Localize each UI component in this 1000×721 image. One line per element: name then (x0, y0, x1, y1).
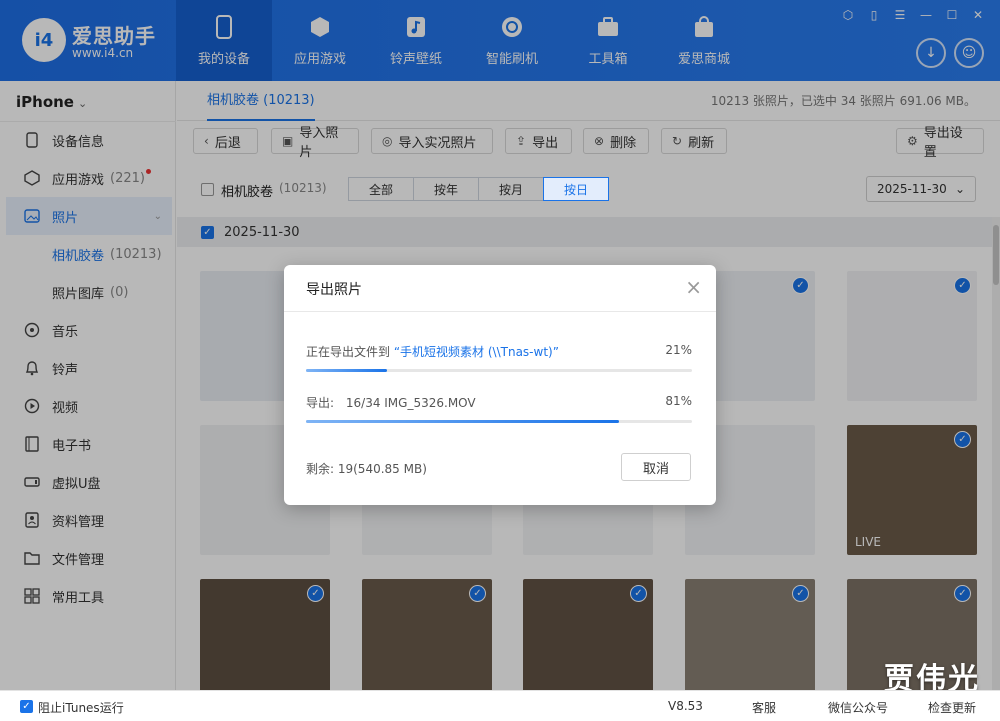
segment-by-day[interactable]: 按日 (543, 177, 609, 201)
status-bar: ✓ 阻止iTunes运行 V8.53 客服 微信公众号 检查更新 (0, 690, 1000, 721)
remaining-text: 剩余: 19(540.85 MB) (306, 462, 427, 476)
close-icon[interactable]: × (685, 275, 702, 299)
check-update-link[interactable]: 检查更新 (928, 699, 976, 716)
file-progress-bar (306, 420, 692, 423)
file-progress-fill (306, 420, 619, 423)
customer-service-link[interactable]: 客服 (752, 699, 776, 716)
block-itunes-checkbox[interactable]: ✓ (20, 700, 33, 713)
overall-percent: 21% (665, 343, 692, 357)
block-itunes-label: 阻止iTunes运行 (38, 701, 124, 715)
current-file-label: 导出: (306, 396, 335, 410)
current-file-name: 16/34 IMG_5326.MOV (345, 396, 476, 410)
current-file-text: 导出: 16/34 IMG_5326.MOV (306, 394, 476, 411)
version-label: V8.53 (668, 699, 703, 713)
destination-prefix: 正在导出文件到 (306, 345, 391, 359)
wechat-link[interactable]: 微信公众号 (828, 699, 888, 716)
destination-target: “手机短视频素材 (\\Tnas-wt)” (393, 345, 559, 359)
overall-progress-bar (306, 369, 692, 372)
divider (284, 311, 716, 312)
export-destination-text: 正在导出文件到 “手机短视频素材 (\\Tnas-wt)” (306, 343, 559, 360)
dialog-title: 导出照片 (306, 282, 362, 298)
overall-progress-fill (306, 369, 388, 372)
file-percent: 81% (665, 394, 692, 408)
export-photos-dialog: 导出照片 × 正在导出文件到 “手机短视频素材 (\\Tnas-wt)” 21%… (284, 265, 716, 505)
cancel-button[interactable]: 取消 (621, 453, 691, 481)
